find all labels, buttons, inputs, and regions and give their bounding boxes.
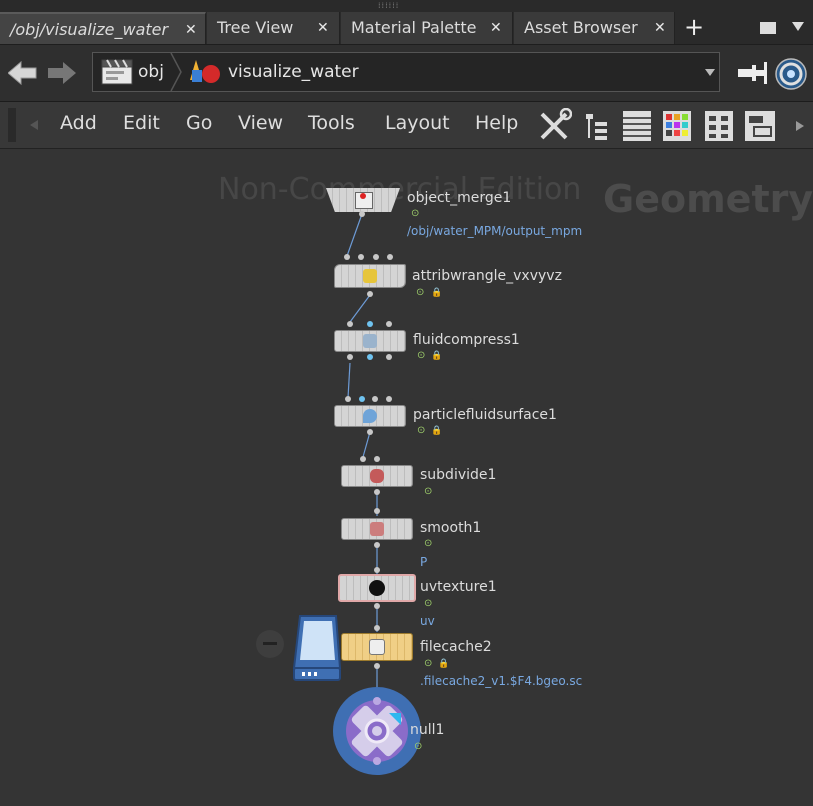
filecache-icon xyxy=(369,639,385,655)
node-label: uvtexture1 xyxy=(420,579,497,595)
input-connector[interactable] xyxy=(387,254,393,260)
lock-icon: 🔒 xyxy=(431,426,443,436)
display-flag-icon: ⊙ xyxy=(417,425,426,436)
input-connector[interactable] xyxy=(374,456,380,462)
output-connector[interactable] xyxy=(367,429,373,435)
node-param: /obj/water_MPM/output_mpm xyxy=(407,224,583,238)
node-label: null1 xyxy=(410,722,445,738)
lock-icon: 🔒 xyxy=(431,288,443,298)
input-connector[interactable] xyxy=(360,456,366,462)
input-connector[interactable] xyxy=(367,321,373,327)
node-param: uv xyxy=(420,614,435,628)
object-merge-icon-dot xyxy=(360,193,366,199)
output-connector[interactable] xyxy=(367,354,373,360)
node-subdivide[interactable] xyxy=(341,465,413,487)
output-connector[interactable] xyxy=(374,542,380,548)
uv-checker-icon xyxy=(369,580,385,596)
node-uvtexture[interactable] xyxy=(338,574,416,602)
input-connector[interactable] xyxy=(373,254,379,260)
fluidcompress-icon xyxy=(363,334,377,348)
node-label: particlefluidsurface1 xyxy=(413,407,557,423)
node-particlefluidsurface[interactable] xyxy=(334,405,406,427)
output-connector[interactable] xyxy=(359,211,365,217)
output-connector[interactable] xyxy=(374,603,380,609)
bypass-toggle[interactable] xyxy=(256,630,284,658)
input-connector[interactable] xyxy=(386,321,392,327)
input-connector[interactable] xyxy=(386,396,392,402)
output-connector[interactable] xyxy=(374,663,380,669)
display-flag-icon: ⊙ xyxy=(424,538,433,549)
fluid-surface-icon xyxy=(363,409,377,423)
input-connector[interactable] xyxy=(374,567,380,573)
display-flag-icon: ⊙ xyxy=(416,287,425,298)
input-connector[interactable] xyxy=(344,254,350,260)
subdivide-icon xyxy=(370,469,384,483)
input-connector[interactable] xyxy=(345,396,351,402)
node-label: subdivide1 xyxy=(420,467,497,483)
display-flag-icon: ⊙ xyxy=(417,350,426,361)
display-flag-icon: ⊙ xyxy=(411,208,420,219)
output-connector[interactable] xyxy=(386,354,392,360)
output-connector[interactable] xyxy=(374,489,380,495)
input-connector[interactable] xyxy=(374,625,380,631)
input-connector[interactable] xyxy=(374,508,380,514)
node-object-merge[interactable] xyxy=(326,188,400,212)
display-flag-icon: ⊙ xyxy=(424,598,433,609)
file-cache-badge-icon xyxy=(292,615,342,681)
output-connector[interactable] xyxy=(367,291,373,297)
node-null[interactable] xyxy=(333,687,421,775)
wrangle-icon xyxy=(363,269,377,283)
lock-icon: 🔒 xyxy=(431,351,443,361)
node-smooth[interactable] xyxy=(341,518,413,540)
lock-icon: 🔒 xyxy=(438,659,450,669)
node-label: filecache2 xyxy=(420,639,492,655)
node-attribwrangle[interactable] xyxy=(334,264,406,288)
display-flag-icon: ⊙ xyxy=(424,486,433,497)
smooth-icon xyxy=(370,522,384,536)
node-label: smooth1 xyxy=(420,520,482,536)
node-label: fluidcompress1 xyxy=(413,332,520,348)
node-label: object_merge1 xyxy=(407,190,512,206)
input-connector[interactable] xyxy=(372,396,378,402)
input-connector[interactable] xyxy=(358,254,364,260)
node-wires xyxy=(346,213,378,720)
input-connector[interactable] xyxy=(347,321,353,327)
minus-icon xyxy=(263,642,277,645)
display-flag-icon: ⊙ xyxy=(414,741,423,752)
input-connector[interactable] xyxy=(359,396,365,402)
node-fluidcompress[interactable] xyxy=(334,330,406,352)
output-connector[interactable] xyxy=(347,354,353,360)
node-filecache[interactable] xyxy=(341,633,413,661)
node-param: .filecache2_v1.$F4.bgeo.sc xyxy=(420,674,583,688)
node-label: attribwrangle_vxvyvz xyxy=(412,268,562,284)
display-flag-icon: ⊙ xyxy=(424,658,433,669)
node-param: P xyxy=(420,555,428,569)
